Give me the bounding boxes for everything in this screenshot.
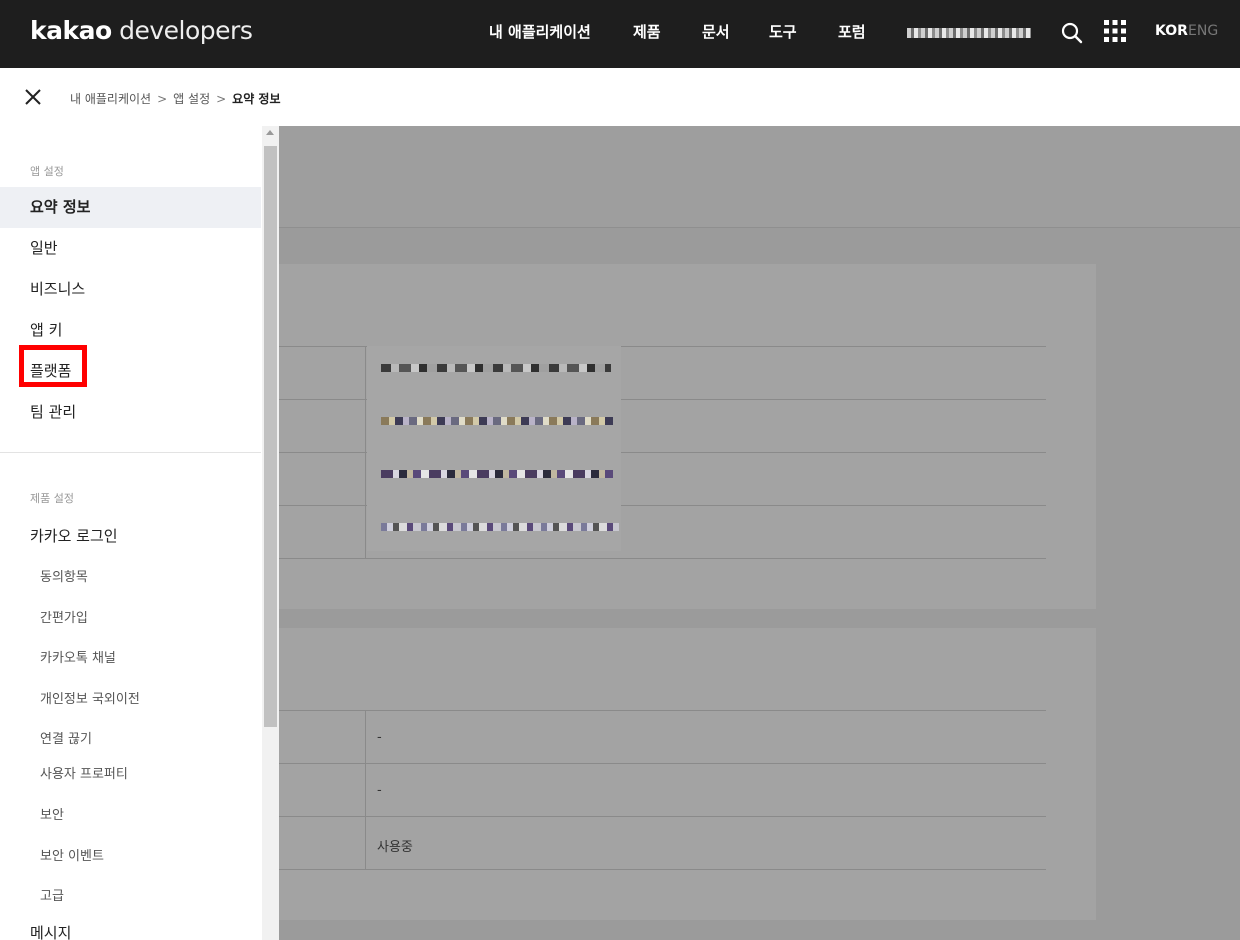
lang-kor-button[interactable]: KOR	[1155, 23, 1188, 39]
nav-tools[interactable]: 도구	[769, 21, 797, 42]
scrollbar-thumb[interactable]	[264, 146, 277, 727]
table-row: 사용중	[279, 816, 1046, 869]
redacted-value	[381, 470, 613, 478]
logo-kakao-text: kakao	[30, 16, 112, 45]
sidebar-subitem-data-transfer[interactable]: 개인정보 국외이전	[40, 688, 140, 707]
kakao-developers-logo[interactable]: kakao developers	[30, 16, 253, 45]
column-divider	[365, 711, 366, 763]
sidebar-item-message[interactable]: 메시지	[0, 913, 261, 940]
platform-highlight-box	[19, 345, 87, 387]
sidebar-item-summary[interactable]: 요약 정보	[0, 187, 261, 228]
sidebar-subitem-user-properties[interactable]: 사용자 프로퍼티	[40, 763, 128, 782]
table-bottom-border	[279, 558, 1046, 559]
sidebar-subitem-advanced[interactable]: 고급	[40, 885, 64, 904]
app-info-card	[279, 264, 1096, 609]
search-icon[interactable]	[1060, 21, 1084, 45]
breadcrumb-my-applications[interactable]: 내 애플리케이션	[70, 92, 151, 106]
sidebar-section-product-settings: 제품 설정	[30, 492, 74, 505]
nav-docs[interactable]: 문서	[702, 21, 730, 42]
sidebar-item-kakao-login[interactable]: 카카오 로그인	[0, 516, 261, 557]
column-divider	[365, 347, 366, 399]
sidebar-item-business[interactable]: 비즈니스	[0, 269, 261, 310]
sidebar-subitem-security[interactable]: 보안	[40, 804, 64, 823]
sidebar-section-app-settings: 앱 설정	[30, 165, 64, 178]
nav-products[interactable]: 제품	[633, 21, 661, 42]
top-navigation-bar: kakao developers 내 애플리케이션 제품 문서 도구 포럼 KO…	[0, 0, 1240, 68]
nav-forum[interactable]: 포럼	[838, 21, 866, 42]
redacted-value	[381, 417, 613, 425]
logo-developers-text: developers	[111, 16, 253, 45]
table-row: -	[279, 710, 1046, 763]
nav-my-applications[interactable]: 내 애플리케이션	[489, 21, 591, 42]
lang-eng-button[interactable]: ENG	[1188, 23, 1218, 39]
column-divider	[365, 764, 366, 816]
sidebar-item-general[interactable]: 일반	[0, 228, 261, 269]
column-divider	[365, 506, 366, 558]
breadcrumb-separator: >	[216, 92, 227, 106]
table-cell-value: -	[377, 730, 382, 745]
sidebar-subitem-simple-signup[interactable]: 간편가입	[40, 607, 88, 626]
sidebar-subitem-unlink[interactable]: 연결 끊기	[40, 728, 92, 747]
close-icon[interactable]	[24, 88, 42, 106]
redacted-value	[381, 523, 619, 531]
sidebar-scrollbar[interactable]	[262, 126, 279, 940]
breadcrumb-app-settings[interactable]: 앱 설정	[173, 92, 210, 106]
scroll-up-icon[interactable]	[266, 130, 274, 135]
breadcrumb-summary: 요약 정보	[232, 92, 281, 106]
sidebar-subitem-kakaotalk-channel[interactable]: 카카오톡 채널	[40, 647, 116, 666]
user-account-redacted[interactable]	[907, 28, 1031, 38]
breadcrumb: 내 애플리케이션 > 앱 설정 > 요약 정보	[70, 90, 281, 107]
table-bottom-border	[279, 869, 1046, 870]
table-row: -	[279, 763, 1046, 816]
column-divider	[365, 817, 366, 869]
main-content-dimmed: - - 사용중	[279, 126, 1240, 940]
redacted-value	[381, 364, 611, 372]
column-divider	[365, 400, 366, 452]
sidebar-subitem-consent[interactable]: 동의항목	[40, 566, 88, 585]
breadcrumb-bar: 내 애플리케이션 > 앱 설정 > 요약 정보	[0, 68, 1240, 126]
table-cell-value: -	[377, 783, 382, 798]
breadcrumb-separator: >	[157, 92, 168, 106]
sidebar: 앱 설정 요약 정보 일반 비즈니스 앱 키 플랫폼 팀 관리 제품 설정 카카…	[0, 126, 279, 940]
page-header-band	[279, 126, 1240, 228]
sidebar-item-team[interactable]: 팀 관리	[0, 392, 261, 433]
sidebar-subitem-security-events[interactable]: 보안 이벤트	[40, 845, 104, 864]
table-cell-value: 사용중	[377, 840, 413, 855]
sidebar-divider	[0, 452, 261, 453]
apps-grid-icon[interactable]	[1102, 18, 1128, 44]
column-divider	[365, 453, 366, 505]
redacted-values	[367, 346, 621, 551]
status-card: - - 사용중	[279, 628, 1096, 920]
